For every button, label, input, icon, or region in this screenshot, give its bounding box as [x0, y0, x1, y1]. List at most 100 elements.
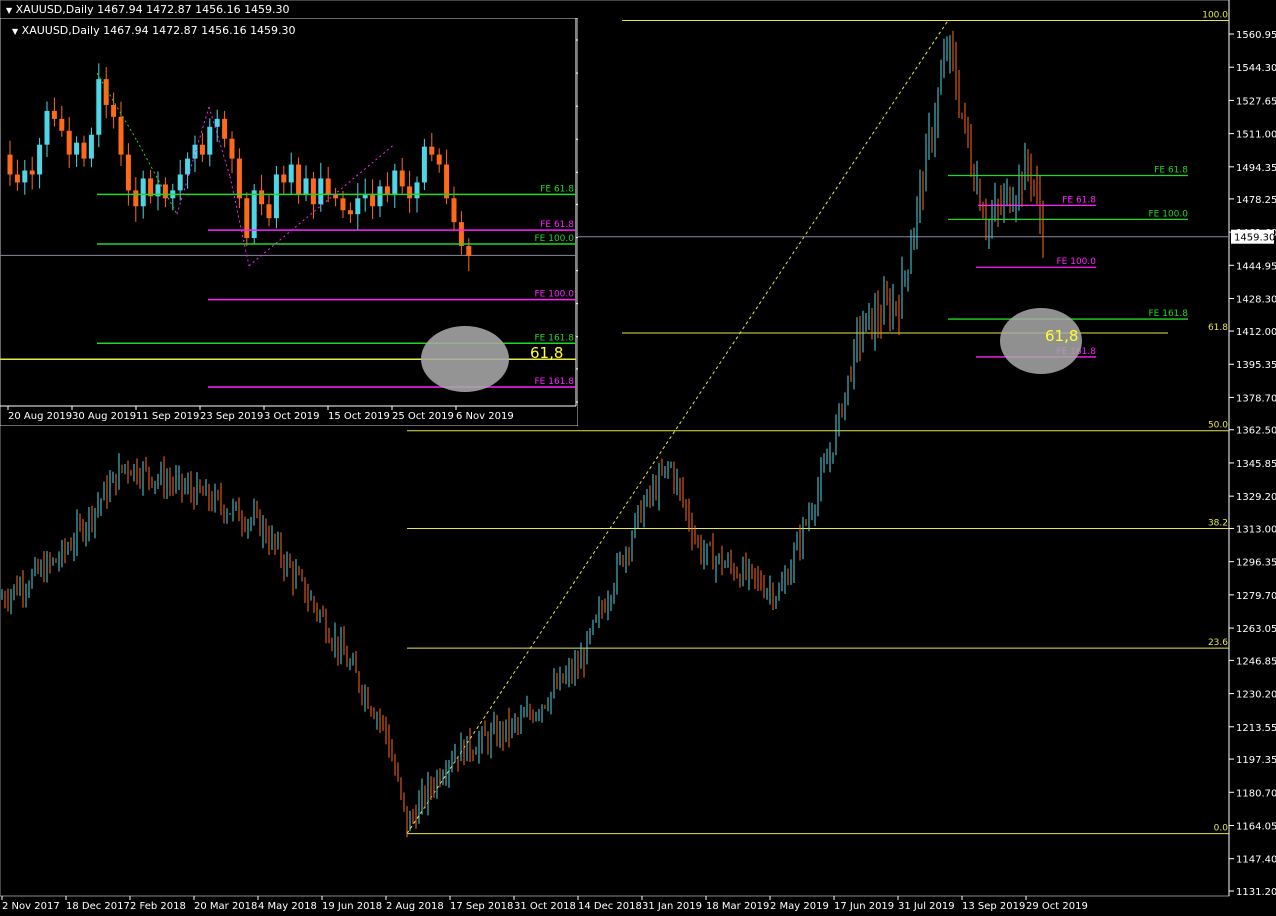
main-y-tick-label: 1313.00 [1236, 524, 1276, 535]
inset-candle-body [236, 158, 242, 199]
inset-x-tick-label: 3 Oct 2019 [264, 411, 319, 422]
main-x-tick-label: 2 Aug 2018 [386, 901, 444, 912]
main-x-tick-label: 18 Mar 2019 [706, 901, 769, 912]
inset-candle-body [199, 144, 205, 155]
inset-candle-body [44, 110, 50, 145]
inset-candle-body [214, 118, 220, 127]
fe-label: FE 61.8 [1062, 195, 1096, 205]
inset-candle-body [266, 204, 272, 219]
inset-candle-body [347, 210, 353, 215]
inset-candle-body [229, 138, 235, 159]
main-y-tick-label: 1527.65 [1236, 96, 1276, 107]
inset-candle-body [296, 164, 302, 195]
main-y-tick-label: 1511.00 [1236, 130, 1276, 141]
fib-level-label: 38.2 [1208, 518, 1228, 528]
inset-x-tick-label: 6 Nov 2019 [456, 411, 514, 422]
inset-candle-body [451, 198, 457, 223]
inset-fe-label: FE 61.8 [540, 220, 574, 230]
inset-candle-body [436, 154, 442, 165]
inset-candle-body [303, 178, 309, 195]
inset-candle-body [14, 174, 20, 183]
main-y-tick-label: 1428.30 [1236, 295, 1276, 306]
inset-candle-body [51, 110, 57, 119]
fib-level-label: 0.0 [1214, 824, 1229, 834]
inset-candle-body [392, 170, 398, 195]
inset-fe-label: FE 161.8 [535, 333, 575, 343]
inset-x-tick-label: 23 Sep 2019 [200, 411, 263, 422]
fib-level-label: 100.0 [1202, 11, 1228, 21]
inset-highlight-ellipse [421, 326, 509, 392]
inset-candle-body [29, 170, 35, 175]
main-y-tick-label: 1444.95 [1236, 261, 1276, 272]
main-y-tick-label: 1329.20 [1236, 492, 1276, 503]
inset-candle-body [81, 142, 87, 159]
main-y-tick-label: 1378.70 [1236, 393, 1276, 404]
inset-candle-body [22, 170, 28, 183]
inset-candle-body [251, 190, 257, 239]
main-y-tick-label: 1164.05 [1236, 821, 1276, 832]
inset-candle-body [325, 178, 331, 195]
main-y-tick-label: 1560.95 [1236, 30, 1276, 41]
inset-candle-body [281, 174, 287, 183]
inset-candle-body [96, 79, 102, 135]
main-x-tick-label: 18 Dec 2017 [66, 901, 130, 912]
main-ohlc-values: 1467.94 1472.87 1456.16 1459.30 [97, 3, 290, 16]
fib-level-label: 23.6 [1208, 638, 1228, 648]
inset-candle-body [244, 198, 250, 239]
inset-chart: 1567.701551.051534.401517.751501.101484.… [0, 18, 578, 426]
inset-candle-body [185, 158, 191, 175]
main-x-tick-label: 31 Jul 2019 [898, 901, 955, 912]
fe-label: FE 100.0 [1057, 257, 1097, 267]
main-y-tick-label: 1131.20 [1236, 887, 1276, 898]
inset-fe-label: FE 161.8 [535, 377, 575, 387]
inset-x-tick-label: 30 Aug 2019 [72, 411, 136, 422]
inset-chart-header: ▼ XAUUSD,Daily 1467.94 1472.87 1456.16 1… [12, 24, 296, 37]
main-x-tick-label: 2 Nov 2017 [2, 901, 60, 912]
inset-x-tick-label: 15 Oct 2019 [328, 411, 390, 422]
main-y-tick-label: 1213.55 [1236, 723, 1276, 734]
inset-candle-body [414, 182, 420, 199]
highlight-label: 61,8 [1045, 327, 1078, 345]
main-x-tick-label: 31 Oct 2018 [514, 901, 576, 912]
inset-candle-body [399, 170, 405, 187]
main-y-tick-label: 1478.25 [1236, 195, 1276, 206]
main-y-tick-label: 1362.50 [1236, 426, 1276, 437]
main-y-tick-label: 1412.00 [1236, 327, 1276, 338]
dropdown-triangle-icon[interactable]: ▼ [12, 27, 18, 36]
inset-symbol-label: XAUUSD,Daily [21, 24, 100, 37]
fe-label: FE 161.8 [1149, 309, 1189, 319]
main-x-tick-label: 2 Feb 2018 [130, 901, 186, 912]
inset-fe-label: FE 61.8 [540, 184, 574, 194]
inset-candle-body [66, 130, 72, 155]
main-y-tick-label: 1345.85 [1236, 459, 1276, 470]
inset-candle-body [421, 146, 427, 183]
main-x-tick-label: 29 Oct 2019 [1026, 901, 1088, 912]
main-x-tick-label: 17 Jun 2019 [834, 901, 894, 912]
inset-candle-body [259, 190, 265, 205]
main-y-tick-label: 1494.35 [1236, 163, 1276, 174]
inset-candle-body [88, 134, 94, 159]
main-y-tick-label: 1180.70 [1236, 788, 1276, 799]
inset-candle-body [377, 186, 383, 207]
main-x-tick-label: 13 Sep 2019 [962, 901, 1025, 912]
inset-x-tick-label: 11 Sep 2019 [136, 411, 199, 422]
inset-candle-body [288, 164, 294, 183]
inset-candle-body [444, 164, 450, 199]
main-x-tick-label: 31 Jan 2019 [642, 901, 702, 912]
main-y-tick-label: 1197.35 [1236, 755, 1276, 766]
inset-fe-label: FE 100.0 [535, 290, 575, 300]
inset-candle-body [118, 116, 124, 155]
inset-x-tick-label: 20 Aug 2019 [8, 411, 72, 422]
inset-x-tick-label: 25 Oct 2019 [392, 411, 454, 422]
main-chart-header: ▼ XAUUSD,Daily 1467.94 1472.87 1456.16 1… [6, 3, 290, 16]
inset-candle-body [458, 222, 464, 246]
main-symbol-label: XAUUSD,Daily [15, 3, 94, 16]
inset-ohlc-values: 1467.94 1472.87 1456.16 1459.30 [103, 24, 296, 37]
main-x-tick-label: 2 May 2019 [770, 901, 829, 912]
inset-fe-label: FE 100.0 [535, 234, 575, 244]
inset-candle-body [207, 126, 213, 155]
main-y-tick-label: 1544.30 [1236, 63, 1276, 74]
main-y-tick-label: 1263.05 [1236, 624, 1276, 635]
inset-candle-body [340, 198, 346, 211]
dropdown-triangle-icon[interactable]: ▼ [6, 6, 12, 15]
